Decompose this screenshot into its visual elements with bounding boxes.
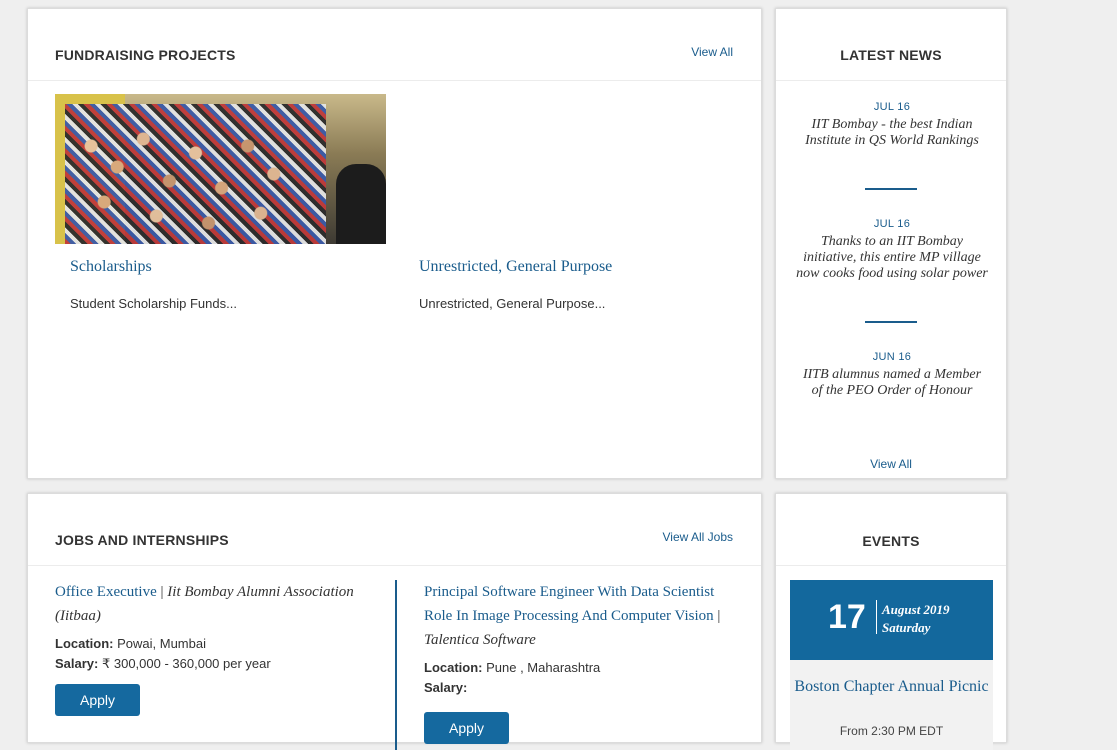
news-item[interactable]: JUN 16 IITB alumnus named a Member of th…: [796, 351, 988, 399]
event-month-year: August 2019: [882, 602, 950, 617]
event-title[interactable]: Boston Chapter Annual Picnic: [790, 675, 993, 699]
jobs-column-divider: [395, 580, 397, 750]
news-headline[interactable]: IITB alumnus named a Member of the PEO O…: [796, 367, 988, 399]
latest-news-card: LATEST NEWS JUL 16 IIT Bombay - the best…: [775, 8, 1007, 479]
job-role[interactable]: Principal Software Engineer With Data Sc…: [424, 584, 714, 624]
fundraising-title: FUNDRAISING PROJECTS: [55, 47, 236, 63]
job-location: Location: Powai, Mumbai: [55, 634, 370, 654]
job-salary: Salary: ₹ 300,000 - 360,000 per year: [55, 654, 370, 674]
job-meta: Location: Powai, Mumbai Salary: ₹ 300,00…: [55, 634, 370, 674]
photo-crowd: [65, 104, 326, 244]
job-separator: |: [713, 608, 721, 624]
location-value: Pune , Maharashtra: [482, 660, 601, 675]
project-title-unrestricted[interactable]: Unrestricted, General Purpose: [419, 258, 612, 276]
salary-label: Salary:: [55, 656, 99, 671]
apply-button[interactable]: Apply: [55, 684, 140, 716]
project-desc-scholarships: Student Scholarship Funds...: [70, 296, 237, 311]
news-separator: [865, 188, 917, 190]
job-listing: Office Executive | Iit Bombay Alumni Ass…: [55, 580, 370, 674]
job-role[interactable]: Office Executive: [55, 584, 157, 600]
event-date-banner[interactable]: 17 August 2019 Saturday: [790, 580, 993, 660]
apply-button[interactable]: Apply: [424, 712, 509, 744]
project-title-scholarships[interactable]: Scholarships: [70, 258, 152, 276]
news-headline[interactable]: IIT Bombay - the best Indian Institute i…: [796, 117, 988, 149]
job-title[interactable]: Principal Software Engineer With Data Sc…: [424, 580, 724, 652]
news-view-all-link[interactable]: View All: [776, 457, 1006, 471]
jobs-view-all-link[interactable]: View All Jobs: [663, 530, 733, 544]
salary-label: Salary:: [424, 680, 468, 695]
jobs-title: JOBS AND INTERNSHIPS: [55, 532, 229, 548]
divider: [776, 565, 1006, 566]
event-weekday: Saturday: [882, 620, 931, 635]
divider: [28, 80, 761, 81]
job-location: Location: Pune , Maharashtra: [424, 658, 724, 678]
fundraising-view-all-link[interactable]: View All: [691, 45, 733, 59]
divider: [776, 80, 1006, 81]
event-time: From 2:30 PM EDT: [839, 724, 944, 738]
scholarships-photo[interactable]: [55, 94, 386, 244]
location-label: Location:: [424, 660, 483, 675]
event-day: 17: [828, 598, 866, 636]
job-listing: Principal Software Engineer With Data Sc…: [424, 580, 724, 698]
news-date: JUL 16: [873, 101, 911, 113]
photo-person: [336, 164, 386, 244]
job-separator: |: [156, 584, 168, 600]
location-label: Location:: [55, 636, 114, 651]
salary-value: ₹ 300,000 - 360,000 per year: [98, 656, 271, 671]
job-company: Talentica Software: [424, 632, 536, 648]
events-title: EVENTS: [862, 533, 920, 549]
location-value: Powai, Mumbai: [113, 636, 206, 651]
project-desc-unrestricted: Unrestricted, General Purpose...: [419, 296, 606, 311]
events-card: EVENTS 17 August 2019 Saturday Boston Ch…: [775, 493, 1007, 750]
news-title: LATEST NEWS: [840, 47, 942, 63]
news-date: JUN 16: [872, 351, 912, 363]
fundraising-card: FUNDRAISING PROJECTS View All Scholarshi…: [27, 8, 762, 479]
news-date: JUL 16: [873, 218, 911, 230]
news-item[interactable]: JUL 16 Thanks to an IIT Bombay initiativ…: [796, 218, 988, 282]
jobs-card: JOBS AND INTERNSHIPS View All Jobs Offic…: [27, 493, 762, 750]
news-item[interactable]: JUL 16 IIT Bombay - the best Indian Inst…: [796, 101, 988, 149]
event-date-divider: [876, 600, 877, 634]
job-salary: Salary:: [424, 678, 724, 698]
job-title[interactable]: Office Executive | Iit Bombay Alumni Ass…: [55, 580, 370, 628]
news-headline[interactable]: Thanks to an IIT Bombay initiative, this…: [796, 234, 988, 282]
news-separator: [865, 321, 917, 323]
job-meta: Location: Pune , Maharashtra Salary:: [424, 658, 724, 698]
divider: [28, 565, 761, 566]
